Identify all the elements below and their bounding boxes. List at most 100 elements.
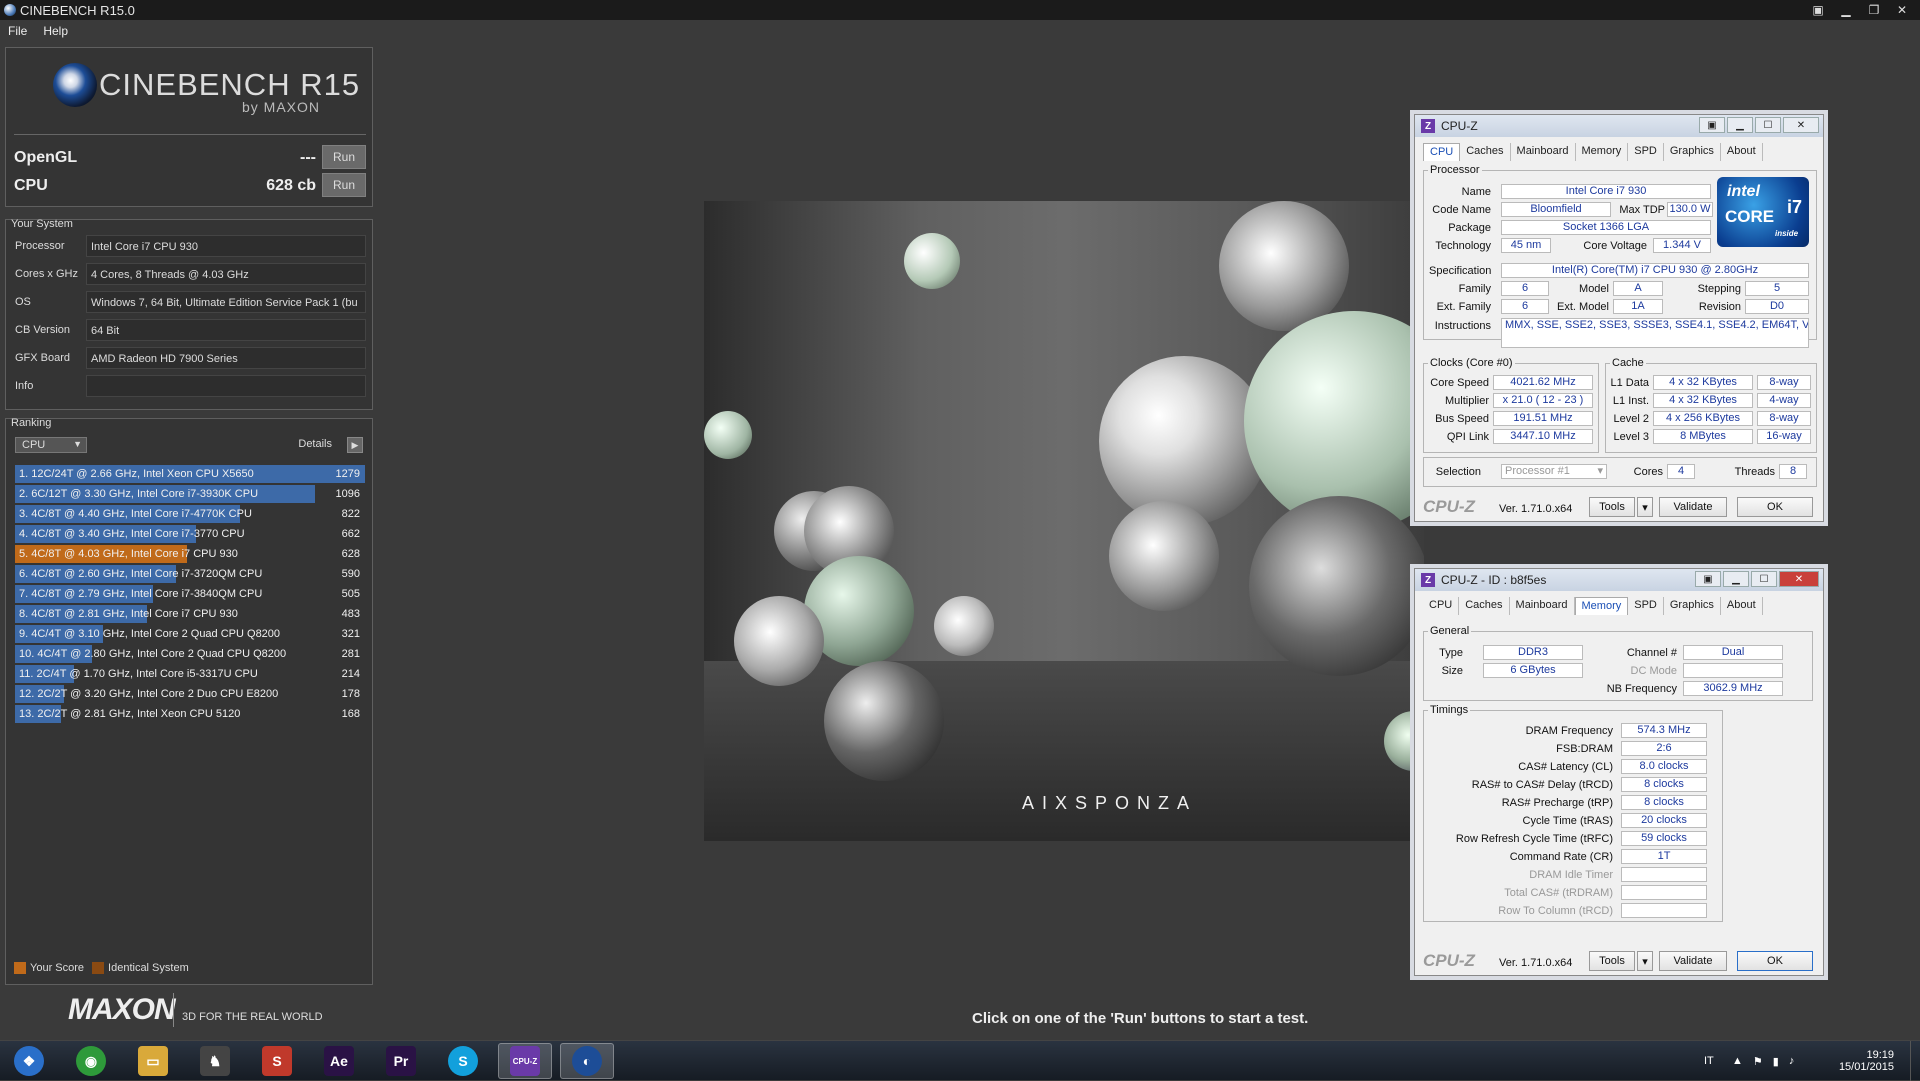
your-score-label: Your Score: [30, 962, 85, 974]
validate-button[interactable]: Validate: [1659, 951, 1727, 971]
minimize-button[interactable]: ▁: [1723, 571, 1749, 587]
ranking-row[interactable]: 7. 4C/8T @ 2.79 GHz, Intel Core i7-3840Q…: [15, 585, 365, 603]
cpuz-footer: CPU-Z Ver. 1.71.0.x64 Tools ▾ Validate O…: [1415, 947, 1823, 975]
ranking-row[interactable]: 1. 12C/24T @ 2.66 GHz, Intel Xeon CPU X5…: [15, 465, 365, 483]
tab-caches[interactable]: Caches: [1460, 143, 1511, 161]
taskbar-cpuz-button[interactable]: CPU-Z: [498, 1043, 552, 1079]
close-button[interactable]: ✕: [1890, 2, 1914, 18]
l3-way: 16-way: [1757, 429, 1811, 444]
tab-spd[interactable]: SPD: [1628, 143, 1664, 161]
timing-value: 2:6: [1621, 741, 1707, 756]
taskbar-start-orb-button[interactable]: ❖: [2, 1043, 56, 1079]
render-sphere: [1099, 356, 1269, 526]
tab-cpu[interactable]: CPU: [1423, 597, 1460, 615]
ranking-row[interactable]: 4. 4C/8T @ 3.40 GHz, Intel Core i7-3770 …: [15, 525, 365, 543]
maximize-button[interactable]: ☐: [1755, 117, 1781, 133]
chevron-up-icon[interactable]: ▲: [1732, 1055, 1743, 1067]
details-toggle-button[interactable]: ▶: [347, 437, 363, 453]
tools-button[interactable]: Tools: [1589, 497, 1635, 517]
cores-label: Cores: [1633, 466, 1663, 478]
ranking-row[interactable]: 12. 2C/2T @ 3.20 GHz, Intel Core 2 Duo C…: [15, 685, 365, 703]
ranking-row[interactable]: 13. 2C/2T @ 2.81 GHz, Intel Xeon CPU 512…: [15, 705, 365, 723]
clock[interactable]: 19:19 15/01/2015: [1836, 1041, 1894, 1081]
tab-graphics[interactable]: Graphics: [1664, 597, 1721, 615]
tab-about[interactable]: About: [1721, 597, 1763, 615]
taskbar-sketchup-button[interactable]: S: [250, 1043, 304, 1079]
your-system-title: Your System: [11, 218, 73, 230]
tab-cpu[interactable]: CPU: [1423, 143, 1461, 161]
start-orb-icon: ❖: [14, 1046, 44, 1076]
taskbar-after-effects-button[interactable]: Ae: [312, 1043, 366, 1079]
network-icon[interactable]: ▮: [1773, 1055, 1779, 1068]
ok-button[interactable]: OK: [1737, 951, 1813, 971]
ranking-row-score: 662: [341, 528, 360, 540]
ranking-row[interactable]: 6. 4C/8T @ 2.60 GHz, Intel Core i7-3720Q…: [15, 565, 365, 583]
ranking-row[interactable]: 9. 4C/4T @ 3.10 GHz, Intel Core 2 Quad C…: [15, 625, 365, 643]
language-indicator[interactable]: IT: [1704, 1041, 1714, 1081]
tab-memory[interactable]: Memory: [1576, 143, 1629, 161]
after-effects-icon: Ae: [324, 1046, 354, 1076]
menu-help[interactable]: Help: [43, 24, 68, 38]
taskbar-cinebench-button[interactable]: ◐: [560, 1043, 614, 1079]
tab-mainboard[interactable]: Mainboard: [1510, 597, 1575, 615]
l1-data-value: 4 x 32 KBytes: [1653, 375, 1753, 390]
show-desktop-button[interactable]: [1910, 1041, 1920, 1081]
tab-about[interactable]: About: [1721, 143, 1763, 161]
maximize-button[interactable]: ☐: [1751, 571, 1777, 587]
tools-dropdown-button[interactable]: ▾: [1637, 951, 1653, 971]
details-label: Details: [298, 438, 332, 450]
tab-graphics[interactable]: Graphics: [1664, 143, 1721, 161]
ranking-row-label: 9. 4C/4T @ 3.10 GHz, Intel Core 2 Quad C…: [19, 628, 281, 640]
your-score-swatch: [14, 962, 26, 974]
ranking-category-value: CPU: [22, 439, 46, 451]
timing-label: DRAM Idle Timer: [1529, 869, 1613, 881]
cpu-run-button[interactable]: Run: [322, 173, 366, 197]
opengl-run-button[interactable]: Run: [322, 145, 366, 169]
tab-spd[interactable]: SPD: [1628, 597, 1664, 615]
tab-caches[interactable]: Caches: [1459, 597, 1510, 615]
tray-button[interactable]: ▣: [1699, 117, 1725, 133]
volume-icon[interactable]: ♪: [1789, 1055, 1795, 1067]
maximize-button[interactable]: ❐: [1862, 2, 1886, 18]
render-sphere: [734, 596, 824, 686]
tab-mainboard[interactable]: Mainboard: [1511, 143, 1576, 161]
tab-memory[interactable]: Memory: [1574, 597, 1629, 615]
ranking-category-select[interactable]: CPU ▼: [15, 437, 87, 453]
tools-button[interactable]: Tools: [1589, 951, 1635, 971]
restore-tray-icon[interactable]: ▣: [1806, 2, 1830, 18]
menu-file[interactable]: File: [8, 24, 27, 38]
close-button[interactable]: ✕: [1783, 117, 1819, 133]
threads-label: Threads: [1734, 466, 1775, 478]
timing-value: 20 clocks: [1621, 813, 1707, 828]
codename-label: Code Name: [1432, 204, 1491, 216]
processor-select[interactable]: Processor #1 ▾: [1501, 464, 1607, 479]
close-button[interactable]: ✕: [1779, 571, 1819, 587]
minimize-button[interactable]: ▁: [1834, 2, 1858, 18]
taskbar-skype-button[interactable]: S: [436, 1043, 490, 1079]
ranking-row[interactable]: 3. 4C/8T @ 4.40 GHz, Intel Core i7-4770K…: [15, 505, 365, 523]
cores-value: 4: [1667, 464, 1695, 479]
ranking-row[interactable]: 8. 4C/8T @ 2.81 GHz, Intel Core i7 CPU 9…: [15, 605, 365, 623]
system-row-cores: Cores x GHz 4 Cores, 8 Threads @ 4.03 GH…: [14, 263, 366, 285]
minimize-button[interactable]: ▁: [1727, 117, 1753, 133]
ranking-row[interactable]: 10. 4C/4T @ 2.80 GHz, Intel Core 2 Quad …: [15, 645, 365, 663]
ranking-row[interactable]: 2. 6C/12T @ 3.30 GHz, Intel Core i7-3930…: [15, 485, 365, 503]
render-sphere: [934, 596, 994, 656]
ok-button[interactable]: OK: [1737, 497, 1813, 517]
opengl-row: OpenGL --- Run: [14, 145, 366, 171]
tray-button[interactable]: ▣: [1695, 571, 1721, 587]
ranking-row[interactable]: 11. 2C/4T @ 1.70 GHz, Intel Core i5-3317…: [15, 665, 365, 683]
flag-icon[interactable]: ⚑: [1753, 1055, 1763, 1068]
validate-button[interactable]: Validate: [1659, 497, 1727, 517]
intel-inside-text: inside: [1775, 229, 1799, 238]
taskbar-premiere-button[interactable]: Pr: [374, 1043, 428, 1079]
ranking-row[interactable]: 5. 4C/8T @ 4.03 GHz, Intel Core i7 CPU 9…: [15, 545, 365, 563]
info-input[interactable]: [86, 375, 366, 397]
taskbar-chrome-button[interactable]: ◉: [64, 1043, 118, 1079]
render-sphere: [704, 411, 752, 459]
intel-logo-text: intel: [1727, 183, 1760, 200]
taskbar-fox-app-button[interactable]: ♞: [188, 1043, 242, 1079]
taskbar-explorer-button[interactable]: ▭: [126, 1043, 180, 1079]
tools-dropdown-button[interactable]: ▾: [1637, 497, 1653, 517]
l3-value: 8 MBytes: [1653, 429, 1753, 444]
